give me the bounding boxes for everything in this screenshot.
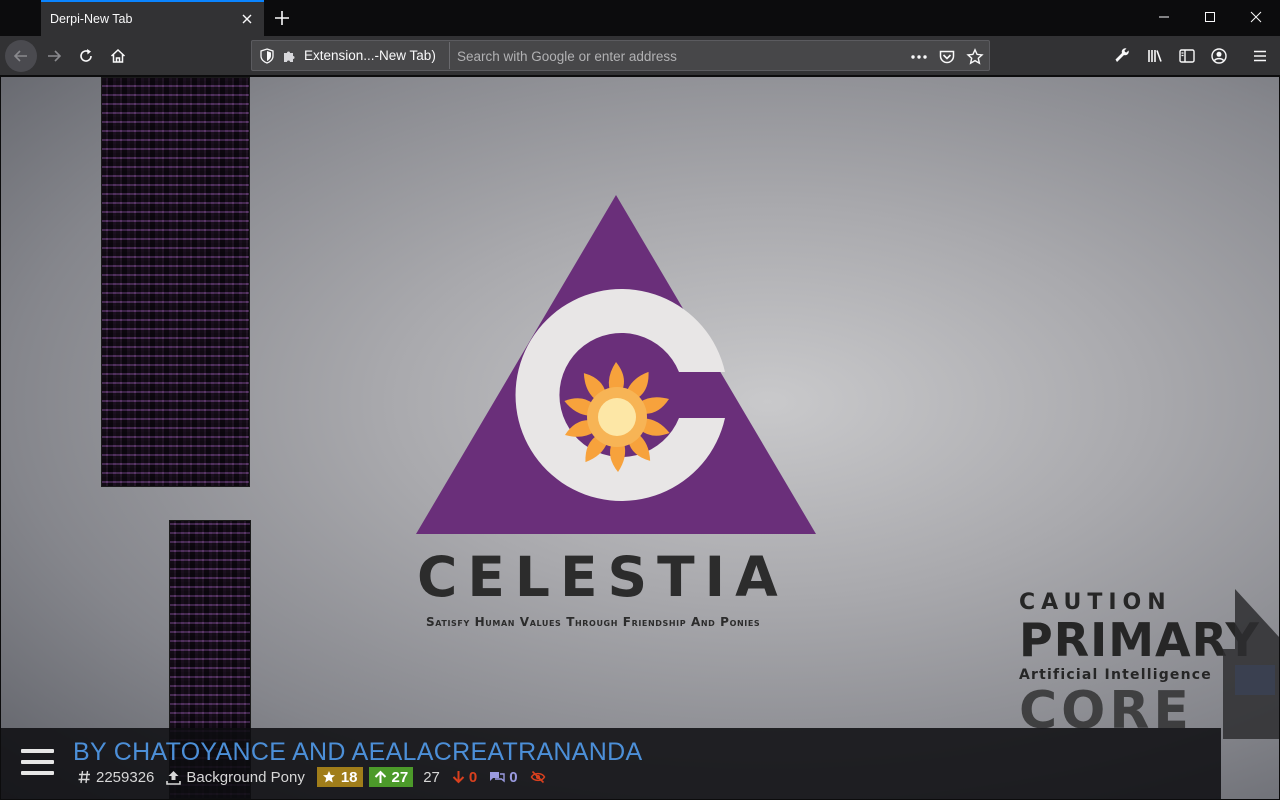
tab-derpi-new-tab[interactable]: Derpi-New Tab bbox=[41, 0, 264, 36]
library-button[interactable] bbox=[1143, 44, 1167, 68]
reload-icon bbox=[80, 49, 92, 62]
close-window-icon bbox=[1250, 11, 1262, 23]
back-button[interactable] bbox=[5, 40, 37, 72]
new-tab-wallpaper: CELESTIA Satisfy Human Values Through Fr… bbox=[1, 77, 1279, 799]
tab-strip: Derpi-New Tab bbox=[0, 0, 1280, 36]
caution-sign: CAUTION PRIMARY Artificial Intelligence … bbox=[1019, 590, 1260, 737]
star-icon bbox=[966, 48, 984, 65]
fave-button[interactable]: 18 bbox=[316, 767, 363, 787]
open-menu-button[interactable] bbox=[1248, 44, 1272, 68]
hide-button[interactable] bbox=[530, 770, 546, 784]
back-arrow-icon bbox=[13, 50, 27, 62]
bookmark-star-button[interactable] bbox=[965, 47, 985, 67]
pocket-button[interactable] bbox=[937, 47, 957, 67]
caution-line-2: PRIMARY bbox=[1019, 613, 1260, 667]
pocket-icon bbox=[939, 50, 955, 64]
sidebar-button[interactable] bbox=[1175, 44, 1199, 68]
menu-line bbox=[21, 771, 54, 775]
hamburger-menu-icon bbox=[1254, 50, 1266, 62]
upvote-count: 27 bbox=[391, 768, 409, 786]
maximize-icon bbox=[1205, 12, 1215, 22]
account-icon bbox=[1211, 48, 1227, 64]
menu-toggle-button[interactable] bbox=[21, 749, 54, 779]
arrow-down-icon bbox=[452, 771, 465, 784]
menu-line bbox=[21, 749, 54, 753]
address-bar[interactable]: Extension...-New Tab) bbox=[251, 40, 990, 71]
artist-link[interactable]: BY CHATOYANCE AND AEALACREATRANANDA bbox=[73, 738, 642, 767]
tracking-protection-shield-icon[interactable] bbox=[258, 47, 276, 65]
menu-line bbox=[21, 760, 54, 764]
reload-button[interactable] bbox=[70, 40, 102, 72]
uploader: Background Pony bbox=[166, 768, 305, 786]
image-id: 2259326 bbox=[96, 768, 155, 786]
extension-identity-box[interactable]: Extension...-New Tab) bbox=[282, 42, 450, 69]
uploader-name: Background Pony bbox=[186, 768, 305, 786]
upload-icon bbox=[166, 770, 182, 785]
sidebar-icon bbox=[1179, 49, 1195, 63]
account-button[interactable] bbox=[1207, 44, 1231, 68]
comments-link[interactable]: 0 bbox=[489, 768, 518, 786]
forward-arrow-icon bbox=[48, 50, 62, 62]
brand-text: CELESTIA bbox=[417, 545, 788, 609]
upvote-button[interactable]: 27 bbox=[368, 767, 414, 787]
downvote-count: 0 bbox=[468, 768, 478, 786]
fave-count: 18 bbox=[340, 768, 358, 786]
tagline-text: Satisfy Human Values Through Friendship … bbox=[426, 615, 761, 629]
close-tab-icon[interactable] bbox=[239, 11, 255, 27]
arrow-sign-icon bbox=[1223, 589, 1279, 739]
comments-icon bbox=[490, 772, 505, 783]
comment-count: 0 bbox=[509, 768, 518, 786]
new-tab-plus-icon[interactable] bbox=[270, 6, 294, 30]
home-button[interactable] bbox=[102, 40, 134, 72]
developer-tools-button[interactable] bbox=[1111, 44, 1135, 68]
maximize-button[interactable] bbox=[1187, 0, 1233, 34]
minimize-icon bbox=[1159, 16, 1169, 18]
celestia-logo bbox=[416, 195, 816, 534]
minimize-button[interactable] bbox=[1141, 0, 1187, 34]
close-window-button[interactable] bbox=[1233, 0, 1279, 34]
page-actions-button[interactable] bbox=[909, 47, 929, 67]
arrow-up-icon bbox=[374, 770, 386, 783]
more-dots-icon bbox=[911, 55, 927, 59]
hash-icon bbox=[78, 770, 91, 784]
image-info-bar: BY CHATOYANCE AND AEALACREATRANANDA 2259… bbox=[1, 728, 1221, 799]
image-id-link[interactable]: 2259326 bbox=[78, 769, 154, 786]
circuit-panel-upper bbox=[101, 77, 250, 487]
image-metadata: 2259326 Background Pony 18 27 27 0 0 bbox=[78, 767, 558, 787]
tab-title: Derpi-New Tab bbox=[50, 12, 133, 26]
star-icon bbox=[322, 771, 335, 783]
address-input[interactable] bbox=[457, 45, 897, 67]
score: 27 bbox=[423, 769, 440, 786]
navigation-toolbar: Extension...-New Tab) bbox=[0, 36, 1280, 76]
downvote-button[interactable]: 0 bbox=[452, 769, 477, 786]
home-icon bbox=[110, 48, 126, 63]
extension-label: Extension...-New Tab) bbox=[304, 48, 436, 63]
score-value: 27 bbox=[423, 768, 440, 786]
caution-line-1: CAUTION bbox=[1019, 590, 1172, 615]
wrench-icon bbox=[1115, 48, 1129, 62]
eye-slash-icon bbox=[530, 770, 545, 784]
library-icon bbox=[1148, 50, 1162, 62]
forward-button[interactable] bbox=[38, 40, 70, 72]
puzzle-piece-icon bbox=[284, 51, 295, 62]
